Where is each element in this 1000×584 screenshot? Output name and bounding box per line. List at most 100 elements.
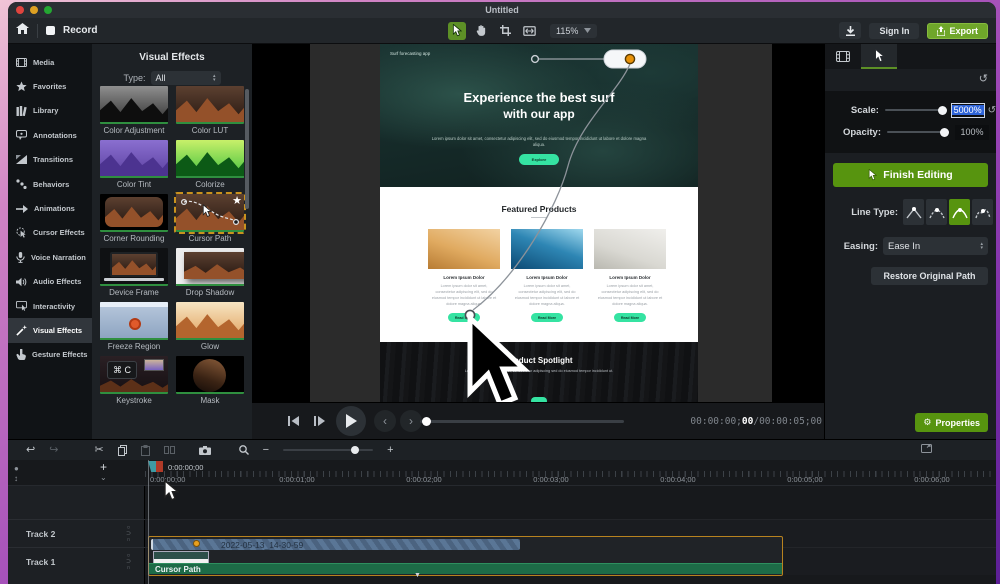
effect-mask[interactable]: Mask [176, 356, 244, 405]
sidebar-item-visual-effects[interactable]: Visual Effects [8, 318, 92, 342]
sidebar-item-favorites[interactable]: Favorites [8, 74, 92, 98]
track-1-header[interactable]: Track 1 ○⊃∩ [8, 547, 145, 575]
home-icon[interactable] [16, 23, 29, 38]
sidebar-item-behaviors[interactable]: Behaviors [8, 172, 92, 196]
sidebar-item-transitions[interactable]: Transitions [8, 148, 92, 172]
effect-corner-rounding[interactable]: Corner Rounding [100, 194, 168, 243]
paste-button[interactable] [141, 445, 150, 456]
group-marker-icon[interactable]: ▼ [414, 572, 421, 579]
panel-title: Visual Effects [92, 44, 252, 63]
track-2-header[interactable]: Track 2 ○⊃∩ [8, 519, 145, 547]
keyframe-dot[interactable] [193, 540, 200, 547]
effect-keystroke[interactable]: ⌘ C Keystroke [100, 356, 168, 405]
effect-color-tint[interactable]: Color Tint [100, 140, 168, 189]
export-button[interactable]: Export [927, 23, 988, 39]
sidebar-item-voice-narration[interactable]: Voice Narration [8, 245, 92, 269]
opacity-slider-handle[interactable] [940, 128, 949, 137]
effects-scrollbar[interactable] [245, 89, 249, 209]
timeline-ruler[interactable]: ●↕ + ⌄ 0:00:00;00 0:00:00;00 0:00:01;00 … [8, 460, 996, 486]
zoom-out-button[interactable]: − [263, 445, 269, 456]
scale-slider[interactable] [885, 109, 945, 111]
canvas[interactable]: Surf forecasting app Experience the best… [252, 44, 824, 402]
canvas-zoom-dropdown[interactable]: 115% [550, 24, 597, 38]
crop-tool-button[interactable] [496, 22, 514, 40]
playback-scrubber[interactable] [420, 420, 624, 423]
line-type-smooth-button[interactable] [972, 199, 993, 225]
restore-original-path-button[interactable]: Restore Original Path [871, 267, 988, 285]
track-toggle-icons[interactable]: ○⊃∩ [126, 525, 145, 543]
sidebar-item-animations[interactable]: Animations [8, 196, 92, 220]
sign-in-button[interactable]: Sign In [869, 23, 919, 39]
add-track-button[interactable]: + [100, 460, 107, 474]
line-type-rounded-button[interactable] [926, 199, 947, 225]
step-back-button[interactable] [282, 410, 304, 432]
ruler-ticks [145, 471, 996, 477]
sidebar-item-library[interactable]: Library [8, 99, 92, 123]
screenshot-button[interactable] [199, 446, 211, 455]
titlebar: Untitled [8, 2, 996, 18]
favorite-star-icon[interactable]: ★ [232, 194, 242, 207]
split-button[interactable] [164, 445, 175, 455]
detach-timeline-button[interactable] [921, 444, 932, 456]
effect-drop-shadow[interactable]: Drop Shadow [176, 248, 244, 297]
play-button[interactable] [336, 406, 366, 436]
next-marker-button[interactable]: › [400, 410, 422, 432]
pan-tool-button[interactable] [472, 22, 490, 40]
scale-value-field[interactable]: 5000% [951, 103, 985, 118]
line-type-curved-button[interactable] [949, 199, 970, 225]
playhead-flag[interactable] [148, 461, 163, 472]
hand-icon [476, 25, 486, 36]
effect-colorize[interactable]: Colorize [176, 140, 244, 189]
sidebar-item-interactivity[interactable]: Interactivity [8, 294, 92, 318]
properties-button[interactable]: ⚙ Properties [915, 413, 988, 432]
media-clip-bar[interactable] [151, 539, 520, 550]
effect-device-frame[interactable]: Device Frame [100, 248, 168, 297]
line-type-sharp-button[interactable] [903, 199, 924, 225]
sidebar-item-annotations[interactable]: Annotations [8, 123, 92, 147]
sidebar-item-audio-effects[interactable]: Audio Effects [8, 270, 92, 294]
effect-freeze-region[interactable]: Freeze Region [100, 302, 168, 351]
hero-title-2: with our app [380, 107, 698, 121]
record-icon[interactable] [46, 26, 55, 35]
reset-all-button[interactable]: ↺ [979, 72, 988, 85]
scale-reset-icon[interactable]: ↺ [988, 105, 996, 116]
sidebar-item-gesture-effects[interactable]: Gesture Effects [8, 343, 92, 367]
effect-thumbnail [100, 302, 168, 340]
scale-slider-handle[interactable] [938, 106, 947, 115]
finish-editing-button[interactable]: Finish Editing [833, 163, 988, 187]
effect-cursor-path-selected[interactable]: ★ Cursor Path [176, 194, 244, 243]
undo-button[interactable]: ↩ [26, 445, 35, 456]
sidebar-item-cursor-effects[interactable]: Cursor Effects [8, 221, 92, 245]
timeline-zoom-slider[interactable] [283, 449, 373, 451]
opacity-slider[interactable] [887, 131, 949, 133]
zoom-slider-handle[interactable] [351, 446, 359, 454]
tab-media-properties[interactable] [825, 44, 861, 69]
opacity-value-field[interactable]: 100% [955, 125, 989, 140]
type-filter-dropdown[interactable]: All ▴▾ [151, 71, 221, 85]
scrubber-handle[interactable] [422, 417, 431, 426]
track-toggle-icons[interactable]: ○⊃∩ [126, 553, 145, 571]
collapse-tracks-button[interactable]: ⌄ [100, 473, 107, 482]
playhead-line[interactable] [148, 460, 149, 584]
effect-color-adjustment[interactable]: Color Adjustment [100, 86, 168, 135]
easing-dropdown[interactable]: Ease In ▴▾ [883, 237, 988, 255]
previous-marker-button[interactable]: ‹ [374, 410, 396, 432]
record-button[interactable]: Record [63, 25, 97, 36]
redo-button[interactable]: ↪ [49, 445, 58, 456]
select-tool-button[interactable] [448, 22, 466, 40]
effect-color-lut[interactable]: Color LUT [176, 86, 244, 135]
zoom-in-button[interactable]: + [387, 445, 393, 456]
selected-clip-group[interactable]: 2022-05-13_14-30-59 Cursor Path ▼ [148, 536, 783, 576]
cursor-path-track[interactable]: Cursor Path [149, 563, 782, 574]
copy-icon [118, 445, 127, 456]
zoom-timeline-button[interactable] [239, 445, 249, 455]
cursor-arrow-icon [452, 24, 462, 37]
download-button[interactable] [839, 22, 861, 39]
cut-button[interactable]: ✂ [94, 445, 103, 456]
effect-glow[interactable]: Glow [176, 302, 244, 351]
copy-button[interactable] [118, 445, 127, 456]
step-forward-button[interactable] [308, 410, 330, 432]
sidebar-item-media[interactable]: Media [8, 50, 92, 74]
tab-cursor-properties[interactable] [861, 44, 897, 69]
fit-tool-button[interactable] [520, 22, 538, 40]
